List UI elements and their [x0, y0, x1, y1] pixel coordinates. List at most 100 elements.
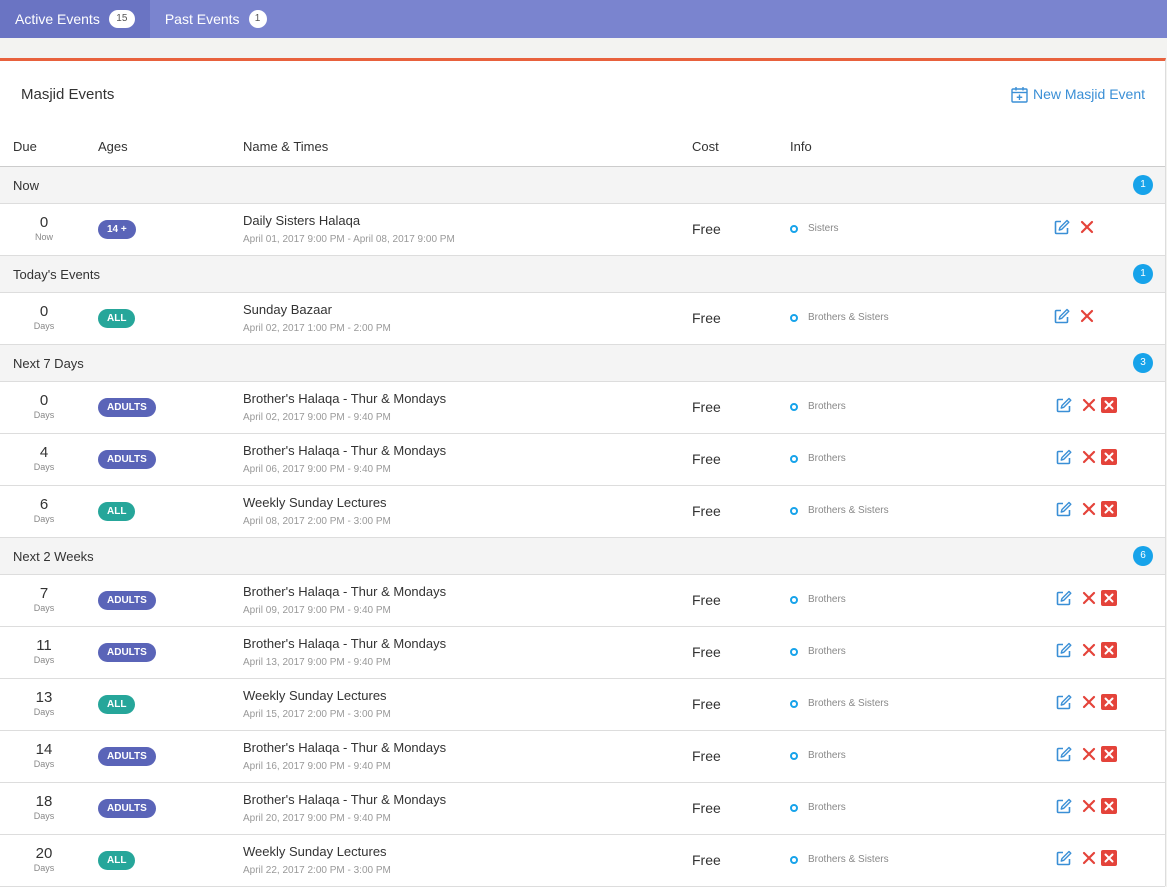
- due-unit: Now: [34, 232, 53, 242]
- due-unit: Days: [33, 759, 55, 769]
- table-row: 0 Days ADULTS Brother's Halaqa - Thur & Mon…: [0, 382, 1165, 434]
- close-icon[interactable]: [1082, 799, 1096, 813]
- row-actions: [1056, 694, 1117, 710]
- column-header-info[interactable]: Info: [790, 139, 812, 154]
- tab-label: Active Events: [15, 11, 100, 27]
- info-label: Brothers & Sisters: [808, 312, 889, 323]
- close-icon[interactable]: [1082, 591, 1096, 605]
- table-header: Due Ages Name & Times Cost Info: [0, 127, 1165, 167]
- event-cost: Free: [692, 310, 721, 326]
- edit-icon[interactable]: [1056, 694, 1072, 710]
- new-masjid-event-button[interactable]: New Masjid Event: [1011, 86, 1145, 103]
- event-time: April 08, 2017 2:00 PM - 3:00 PM: [243, 516, 391, 527]
- edit-icon[interactable]: [1056, 397, 1072, 413]
- table-body: Now 1 0 Now 14 + Daily Sisters Halaqa April 01…: [0, 167, 1165, 887]
- circle-icon: [790, 595, 798, 604]
- circle-icon: [790, 506, 798, 515]
- group-count-badge: 3: [1133, 353, 1153, 373]
- close-icon[interactable]: [1082, 747, 1096, 761]
- due-cell: 20 Days: [14, 845, 74, 873]
- column-header-ages[interactable]: Ages: [98, 139, 128, 154]
- edit-icon[interactable]: [1056, 642, 1072, 658]
- close-icon[interactable]: [1082, 502, 1096, 516]
- event-time: April 20, 2017 9:00 PM - 9:40 PM: [243, 813, 391, 824]
- circle-icon: [790, 313, 798, 322]
- due-cell: 6 Days: [14, 496, 74, 524]
- tab-active-events[interactable]: Active Events 15: [0, 0, 150, 38]
- delete-box-icon[interactable]: [1101, 590, 1117, 606]
- table-row: 18 Days ADULTS Brother's Halaqa - Thur & Mo…: [0, 783, 1165, 835]
- event-time: April 15, 2017 2:00 PM - 3:00 PM: [243, 709, 391, 720]
- due-number: 0: [39, 392, 49, 409]
- row-actions: [1056, 449, 1117, 465]
- event-time: April 22, 2017 2:00 PM - 3:00 PM: [243, 865, 391, 876]
- tab-count-badge: 15: [108, 10, 135, 28]
- column-header-cost[interactable]: Cost: [692, 139, 719, 154]
- event-cost: Free: [692, 503, 721, 519]
- close-icon[interactable]: [1082, 398, 1096, 412]
- due-cell: 18 Days: [14, 793, 74, 821]
- close-icon[interactable]: [1082, 851, 1096, 865]
- close-icon[interactable]: [1082, 450, 1096, 464]
- close-icon[interactable]: [1080, 220, 1094, 234]
- delete-box-icon[interactable]: [1101, 397, 1117, 413]
- event-cost: Free: [692, 852, 721, 868]
- column-header-name[interactable]: Name & Times: [243, 139, 328, 154]
- edit-icon[interactable]: [1056, 501, 1072, 517]
- tab-past-events[interactable]: Past Events 1: [150, 0, 282, 38]
- row-actions: [1056, 397, 1117, 413]
- group-label: Next 7 Days: [13, 355, 84, 371]
- close-icon[interactable]: [1082, 643, 1096, 657]
- calendar-add-icon: [1011, 86, 1028, 103]
- event-cost: Free: [692, 644, 721, 660]
- row-actions: [1056, 501, 1117, 517]
- age-badge: ADULTS: [98, 398, 156, 417]
- close-icon[interactable]: [1082, 695, 1096, 709]
- info-label: Sisters: [808, 223, 839, 234]
- circle-icon: [790, 402, 798, 411]
- delete-box-icon[interactable]: [1101, 798, 1117, 814]
- due-number: 7: [39, 585, 49, 602]
- due-unit: Days: [33, 321, 55, 331]
- event-name: Brother's Halaqa - Thur & Mondays: [243, 792, 447, 807]
- age-badge: ADULTS: [98, 799, 156, 818]
- row-actions: [1056, 798, 1117, 814]
- event-time: April 06, 2017 9:00 PM - 9:40 PM: [243, 464, 391, 475]
- event-info: Brothers: [790, 453, 846, 464]
- age-badge: ALL: [98, 851, 136, 870]
- event-info: Brothers: [790, 750, 846, 761]
- edit-icon[interactable]: [1056, 798, 1072, 814]
- group-header: Next 7 Days 3: [0, 345, 1165, 382]
- event-info: Brothers & Sisters: [790, 854, 889, 865]
- age-badge: ADULTS: [98, 591, 156, 610]
- event-cost: Free: [692, 800, 721, 816]
- edit-icon[interactable]: [1056, 590, 1072, 606]
- edit-icon[interactable]: [1056, 746, 1072, 762]
- due-cell: 0 Days: [14, 303, 74, 331]
- delete-box-icon[interactable]: [1101, 850, 1117, 866]
- delete-box-icon[interactable]: [1101, 746, 1117, 762]
- delete-box-icon[interactable]: [1101, 642, 1117, 658]
- table-row: 20 Days ALL Weekly Sunday Lectures April 22,…: [0, 835, 1165, 887]
- delete-box-icon[interactable]: [1101, 694, 1117, 710]
- due-unit: Days: [33, 811, 55, 821]
- event-time: April 01, 2017 9:00 PM - April 08, 2017 …: [243, 234, 455, 245]
- edit-icon[interactable]: [1056, 449, 1072, 465]
- circle-icon: [790, 803, 798, 812]
- group-header: Next 2 Weeks 6: [0, 538, 1165, 575]
- group-header: Today's Events 1: [0, 256, 1165, 293]
- row-actions: [1056, 642, 1117, 658]
- event-name: Weekly Sunday Lectures: [243, 495, 387, 510]
- column-header-due[interactable]: Due: [13, 139, 37, 154]
- event-cost: Free: [692, 399, 721, 415]
- tab-label: Past Events: [164, 11, 240, 27]
- row-actions: [1056, 746, 1117, 762]
- edit-icon[interactable]: [1054, 308, 1070, 324]
- delete-box-icon[interactable]: [1101, 449, 1117, 465]
- due-cell: 14 Days: [14, 741, 74, 769]
- close-icon[interactable]: [1080, 309, 1094, 323]
- edit-icon[interactable]: [1054, 219, 1070, 235]
- delete-box-icon[interactable]: [1101, 501, 1117, 517]
- edit-icon[interactable]: [1056, 850, 1072, 866]
- event-name: Brother's Halaqa - Thur & Mondays: [243, 584, 447, 599]
